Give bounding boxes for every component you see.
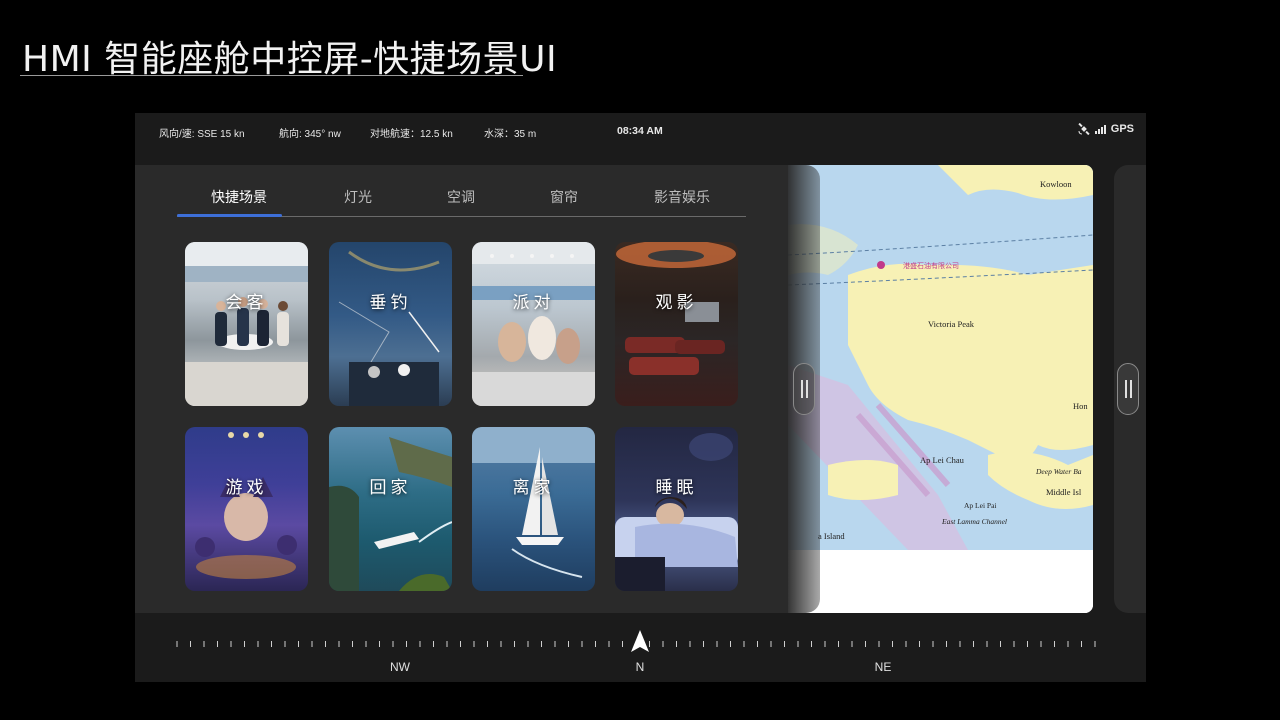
tab-bar: 快捷场景 灯光 空调 窗帘 影音娱乐 (177, 179, 746, 217)
scene-card-game[interactable]: 游戏 (185, 427, 308, 591)
scene-label-fishing: 垂钓 (369, 293, 412, 313)
scene-panel: 快捷场景 灯光 空调 窗帘 影音娱乐 会客 垂钓 派对 观影 游戏 回家 离家 … (135, 165, 818, 613)
title-underline (20, 75, 523, 76)
map-label-ap-lei-pai: Ap Lei Pai (964, 501, 997, 510)
compass-label-nw: NW (390, 660, 410, 674)
poi-marker-icon (877, 261, 885, 269)
scene-card-party[interactable]: 派对 (472, 242, 595, 406)
scene-card-fishing[interactable]: 垂钓 (329, 242, 452, 406)
tab-lighting[interactable]: 灯光 (344, 187, 372, 207)
compass-label-ne: NE (874, 660, 892, 674)
compass-label-n: N (635, 660, 645, 674)
sog-status: 对地航速：12.5 kn (370, 129, 453, 140)
status-bar: 风向/速: SSE 15 kn 航向: 345° nw 对地航速：12.5 kn… (135, 113, 1146, 149)
heading-status: 航向: 345° nw (279, 129, 341, 140)
right-panel-drag-handle[interactable] (1117, 363, 1139, 415)
cinema-illustration (616, 242, 736, 375)
chart-map-graphic (788, 165, 1093, 613)
gps-label: GPS (1110, 123, 1134, 135)
tab-entertainment[interactable]: 影音娱乐 (654, 187, 710, 207)
tab-curtains[interactable]: 窗帘 (550, 187, 578, 207)
tab-air-conditioning[interactable]: 空调 (447, 187, 475, 207)
satellite-icon (1078, 122, 1090, 136)
scene-card-home[interactable]: 回家 (329, 427, 452, 591)
map-label-marker: 港盛石油有限公司 (903, 262, 959, 270)
gps-status: GPS (1078, 122, 1134, 136)
panel-drag-handle[interactable] (793, 363, 815, 415)
scene-card-sleep[interactable]: 睡眠 (615, 427, 738, 591)
scene-label-sleep: 睡眠 (655, 478, 698, 498)
map-label-island: a Island (818, 531, 845, 541)
game-illustration (195, 432, 297, 579)
clock: 08:34 AM (617, 125, 663, 137)
fishing-illustration (338, 250, 440, 406)
tab-quick-scenes[interactable]: 快捷场景 (211, 187, 267, 207)
compass-strip[interactable]: NW N NE (135, 613, 1146, 682)
sleep-illustration (615, 433, 738, 591)
map-label-kowloon: Kowloon (1040, 179, 1072, 189)
map-label-victoria-peak: Victoria Peak (928, 319, 974, 329)
depart-illustration (472, 427, 595, 578)
map-label-east-lamma-channel: East Lamma Channel (942, 517, 1008, 526)
scene-label-cinema: 观影 (655, 293, 698, 313)
map-label-ap-lei-chau: Ap Lei Chau (920, 455, 964, 465)
center-screen: 风向/速: SSE 15 kn 航向: 345° nw 对地航速：12.5 kn… (135, 113, 1146, 682)
nautical-chart-map[interactable]: Kowloon 港盛石油有限公司 Victoria Peak Hon Ap Le… (788, 165, 1093, 613)
depth-status: 水深：35 m (484, 129, 537, 140)
scene-label-meeting: 会客 (225, 293, 268, 313)
scene-card-meeting[interactable]: 会客 (185, 242, 308, 406)
wind-status: 风向/速: SSE 15 kn (159, 129, 245, 140)
north-arrow-icon (631, 630, 649, 652)
scene-label-party: 派对 (512, 293, 555, 313)
scene-card-cinema[interactable]: 观影 (615, 242, 738, 406)
scene-card-depart[interactable]: 离家 (472, 427, 595, 591)
signal-bars-icon (1094, 124, 1106, 134)
map-label-middle-island: Middle Isl (1046, 487, 1082, 497)
home-illustration (329, 437, 452, 591)
map-label-hon: Hon (1073, 401, 1088, 411)
scene-label-depart: 离家 (512, 478, 555, 498)
map-label-deep-water-bay: Deep Water Ba (1036, 467, 1082, 476)
active-tab-indicator (177, 214, 282, 217)
meeting-illustration (185, 242, 308, 406)
party-illustration (472, 242, 595, 406)
scene-label-game: 游戏 (225, 478, 268, 498)
scene-label-home: 回家 (369, 478, 412, 498)
